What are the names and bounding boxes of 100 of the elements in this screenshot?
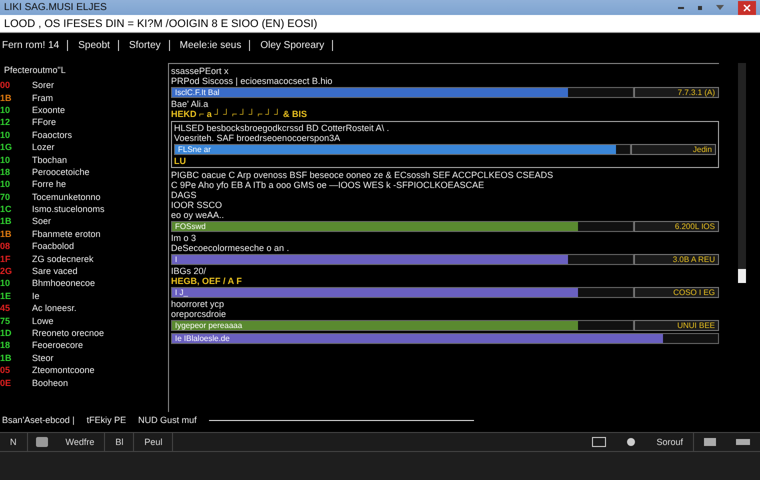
list-item[interactable]: Lozer xyxy=(32,142,55,152)
list-item[interactable]: FFore xyxy=(32,117,56,128)
bar-label: FOSswd xyxy=(175,222,206,231)
maximize-icon[interactable] xyxy=(698,6,702,10)
monitor-icon[interactable] xyxy=(592,437,606,447)
bar-label: Ie IBlaloesle.de xyxy=(175,334,230,343)
panel-text: Voesriteh. SAF broedrseoenocoerspon3A xyxy=(174,133,342,143)
status-code: 0E xyxy=(0,378,12,388)
bar-reading: UNUI BEE xyxy=(634,320,719,331)
status-code: 45 xyxy=(0,303,12,314)
status-code: 2G xyxy=(0,266,14,276)
list-item[interactable]: Tbochan xyxy=(32,154,68,165)
status-code: 1G xyxy=(0,142,14,152)
tab[interactable]: Sfortey xyxy=(128,40,170,50)
list-item[interactable]: Bhmhoeonecoe xyxy=(32,278,96,288)
list-item[interactable]: Lowe xyxy=(32,316,54,326)
status-code: 08 xyxy=(0,241,12,252)
list-item[interactable]: Ie xyxy=(32,290,40,301)
panel-text: DAGS xyxy=(171,190,198,200)
status-code: 1B xyxy=(0,352,13,363)
chevron-icon[interactable] xyxy=(716,5,724,10)
bar-reading: 3.0B A REU xyxy=(634,254,719,265)
minimize-icon[interactable] xyxy=(678,6,684,8)
list-item[interactable]: Sorer xyxy=(32,80,54,90)
panel-text: eo oy weAA.. xyxy=(171,210,226,220)
highlighted-text: HEKD ⌐ a ┘ ┘ ⌐ ┘ ┘ ⌐ ┘ ┘ & BIS xyxy=(171,109,308,119)
list-item[interactable]: Steor xyxy=(32,352,54,363)
network-icon[interactable] xyxy=(626,437,636,447)
tab[interactable]: Meele:ie seus xyxy=(180,40,250,50)
status-code: 18 xyxy=(0,166,12,177)
status-code: 1C xyxy=(0,204,13,214)
panel-text: PIGBC oacue C Arp ovenoss BSF beseoce ooneo ze & ECsossh SEF ACCPCLKEOS CSEADS xyxy=(171,170,554,180)
list-header: Pfecteroutmo"L xyxy=(3,65,67,77)
status-code: 1B xyxy=(0,228,13,239)
list-item[interactable]: Forre he xyxy=(32,179,66,190)
taskbar-item[interactable]: Wedfre xyxy=(56,433,106,451)
status-code: 70 xyxy=(0,192,12,202)
list-item[interactable]: Rreoneto orecnoe xyxy=(32,328,104,338)
list-item[interactable]: Ismo.stucelonoms xyxy=(32,204,105,214)
bar-reading: 6.200L IOS xyxy=(634,221,719,232)
status-text: tFEkiy PE xyxy=(86,415,126,425)
list-item[interactable]: ZG sodecnerek xyxy=(32,254,94,264)
tab[interactable]: Oley Sporeary xyxy=(260,40,334,50)
list-item[interactable]: Soer xyxy=(32,216,52,226)
panel-text: Bae' Ali.a xyxy=(171,99,210,109)
list-item[interactable]: Foaoctors xyxy=(32,130,72,140)
taskbar-item[interactable]: Sorouf xyxy=(646,433,694,451)
status-code: 10 xyxy=(0,104,12,115)
bar-label: I J_ xyxy=(175,288,188,297)
list-item[interactable]: Booheon xyxy=(32,378,68,388)
panel-text: IBGs 20/ xyxy=(171,266,208,276)
list-item[interactable]: Fram xyxy=(32,92,53,103)
list-item[interactable]: Fbanmete eroton xyxy=(32,228,101,239)
list-item[interactable]: Sare vaced xyxy=(32,266,78,276)
bar-label: FLSne ar xyxy=(178,145,211,154)
command-field[interactable]: LOOD , OS IFESES DIN = KI?M /OOIGIN 8 E SIOO (EN) EOSI) xyxy=(0,15,760,33)
window-title: LIKI SAG.MUSI ELJES xyxy=(4,2,107,13)
status-text: NUD Gust muf xyxy=(138,415,197,425)
status-code: 12 xyxy=(0,117,12,128)
taskbar-item[interactable]: Peul xyxy=(134,433,174,451)
status-code: 1B xyxy=(0,92,13,103)
panel-text: C 9Pe Aho yfo EB A ITb a ooo GMS oe —IOOS WES k -SFPIOCLKOEASCAE xyxy=(171,180,486,190)
list-item[interactable]: Ac loneesr. xyxy=(32,303,77,314)
bar-reading: COSO I EG xyxy=(634,287,719,298)
list-item[interactable]: Foacbolod xyxy=(32,241,74,252)
status-code: 10 xyxy=(0,154,12,165)
panel-text: Im o 3 xyxy=(171,233,198,243)
panel-text: HLSED besbocksbroegodkcrssd BD CotterRosteit A\ . xyxy=(174,123,390,133)
panel-text: IOOR SSCO xyxy=(171,200,224,210)
status-code: 18 xyxy=(0,340,12,350)
bar-label: I xyxy=(175,255,178,264)
highlighted-text: LU xyxy=(174,156,187,166)
panel-text: hoorroret ycp xyxy=(171,299,226,309)
list-item[interactable]: Feoeroecore xyxy=(32,340,84,350)
panel-text: DeSecoecolormeseche o an . xyxy=(171,243,290,253)
bar-reading: Jedin xyxy=(631,144,716,155)
status-code: 1B xyxy=(0,216,13,226)
status-code: 1F xyxy=(0,254,12,264)
list-item[interactable]: Zteomontcoone xyxy=(32,365,95,376)
list-item[interactable]: Exoonte xyxy=(32,104,66,115)
panel-text: ssassePEort x xyxy=(171,66,230,76)
panel-text: oreporcsdroie xyxy=(171,309,228,319)
highlighted-text: HEGB, OEF / A F xyxy=(171,276,243,286)
taskbar-item[interactable]: N xyxy=(0,433,28,451)
status-code: 05 xyxy=(0,365,12,376)
panel-text: PRPod Siscoss | ecioesmacocsect B.hio xyxy=(171,76,334,86)
status-code: 10 xyxy=(0,278,12,288)
status-code: 1E xyxy=(0,290,12,301)
list-item[interactable]: Tocemunketonno xyxy=(32,192,101,202)
scrollbar[interactable] xyxy=(738,63,746,283)
tab[interactable]: Fern rom! 14 xyxy=(2,40,68,50)
status-code: 10 xyxy=(0,179,12,190)
tab[interactable]: Speobt xyxy=(78,40,119,50)
close-icon[interactable] xyxy=(738,0,756,14)
status-text: Bsan'Aset-ebcod | xyxy=(2,415,75,425)
status-code: 75 xyxy=(0,316,12,326)
taskbar-item[interactable]: Bl xyxy=(105,433,134,451)
list-item[interactable]: Peroocetoiche xyxy=(32,166,90,177)
status-code: 1D xyxy=(0,328,13,338)
status-code: 10 xyxy=(0,130,12,140)
